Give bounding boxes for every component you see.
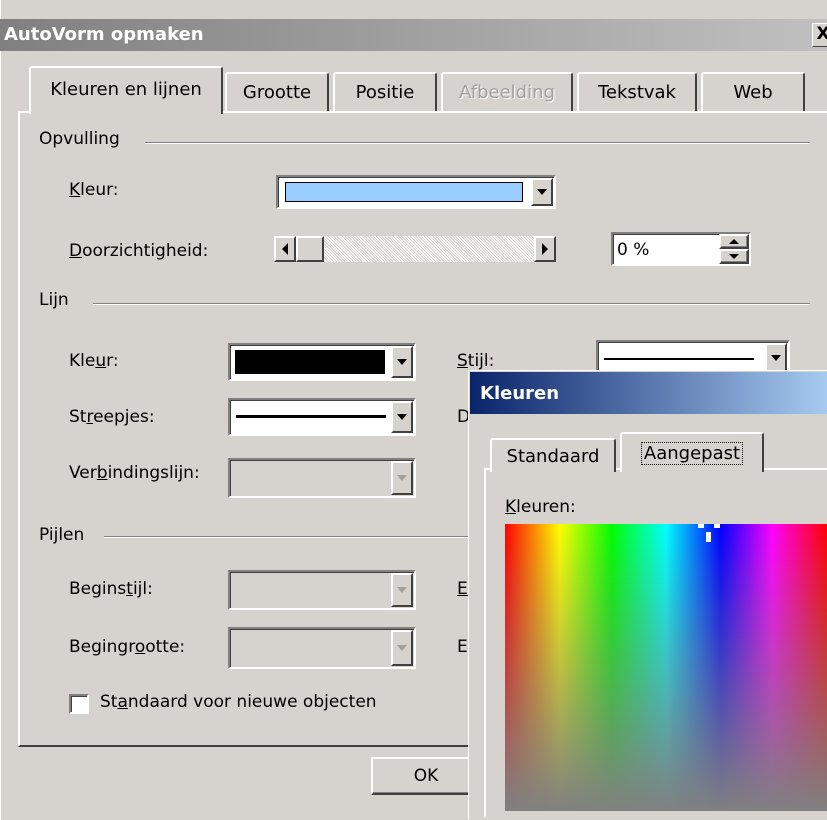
tab-standard[interactable]: Standaard	[490, 438, 616, 472]
tab-label: Standaard	[506, 446, 600, 467]
line-divider	[93, 303, 810, 305]
fill-color-swatch	[285, 182, 523, 202]
tab-label: Positie	[355, 82, 415, 103]
tab-label: Grootte	[242, 82, 312, 103]
connector-dropdown	[228, 458, 416, 498]
colors-label: Kleuren:	[505, 497, 576, 517]
color-spectrum[interactable]	[505, 524, 827, 811]
dash-dropdown[interactable]	[228, 398, 416, 436]
ok-button[interactable]: OK	[371, 757, 481, 795]
arrow-right-icon	[542, 243, 548, 255]
slider-left-button[interactable]	[274, 236, 296, 262]
default-checkbox[interactable]	[69, 694, 89, 714]
line-color-label: Kleur:	[69, 351, 119, 371]
tab-size[interactable]: Grootte	[225, 72, 329, 112]
begin-style-label: Beginstijl:	[69, 579, 153, 599]
chevron-down-icon	[397, 414, 407, 420]
connector-label: Verbindingslijn:	[69, 463, 200, 483]
line-section-title: Lijn	[39, 290, 77, 310]
dash-dropdown-button[interactable]	[391, 401, 413, 433]
begin-style-dropdown	[228, 570, 416, 610]
fill-divider	[145, 142, 810, 144]
transparency-label: Doorzichtigheid:	[69, 241, 209, 261]
chevron-down-icon	[397, 475, 407, 481]
slider-thumb[interactable]	[296, 236, 324, 262]
tab-textbox[interactable]: Tekstvak	[577, 72, 697, 112]
line-style-label: Stijl:	[457, 351, 495, 371]
transparency-slider[interactable]	[274, 236, 556, 262]
fill-section-title: Opvulling	[39, 129, 128, 149]
tab-colors-and-lines[interactable]: Kleuren en lijnen	[29, 66, 223, 114]
arrow-up-icon	[729, 239, 739, 244]
chevron-down-icon	[397, 359, 407, 365]
tab-picture: Afbeelding	[441, 72, 573, 112]
chevron-down-icon	[397, 587, 407, 593]
close-button[interactable]: X	[812, 23, 827, 47]
line-style-dropdown-button[interactable]	[765, 343, 787, 373]
spin-down-button[interactable]	[719, 249, 749, 264]
fill-color-label: Kleur:	[69, 180, 119, 200]
fill-color-dropdown-button[interactable]	[531, 178, 553, 206]
arrows-section-title: Pijlen	[39, 525, 93, 545]
slider-right-button[interactable]	[534, 236, 556, 262]
line-color-dropdown[interactable]	[228, 343, 416, 381]
dialog-title-bar[interactable]: AutoVorm opmaken	[0, 19, 827, 51]
colors-dialog-title-bar[interactable]: Kleuren	[470, 372, 827, 414]
arrow-left-icon	[282, 243, 288, 255]
colors-dialog-title: Kleuren	[480, 383, 560, 404]
connector-dropdown-button	[391, 461, 413, 495]
line-color-swatch	[235, 350, 385, 374]
dialog-title: AutoVorm opmaken	[4, 24, 204, 45]
transparency-spinbox[interactable]: 0 %	[611, 232, 751, 266]
tab-label: Web	[733, 82, 773, 103]
end-size-label-partial: E	[457, 637, 468, 657]
begin-size-label: Begingrootte:	[69, 637, 186, 657]
dash-preview	[236, 415, 386, 418]
tab-label: Tekstvak	[598, 82, 676, 103]
line-style-preview	[604, 358, 754, 360]
begin-size-dropdown-button	[391, 630, 413, 666]
tab-web[interactable]: Web	[701, 72, 805, 112]
default-checkbox-label[interactable]: Standaard voor nieuwe objecten	[100, 692, 377, 712]
spin-up-button[interactable]	[719, 234, 749, 249]
dash-label: Streepjes:	[69, 407, 155, 427]
arrow-down-icon	[729, 254, 739, 259]
tab-label: Kleuren en lijnen	[50, 79, 202, 100]
end-style-label-partial: E	[457, 579, 468, 599]
chevron-down-icon	[537, 189, 547, 195]
chevron-down-icon	[397, 645, 407, 651]
color-crosshair[interactable]	[690, 524, 730, 546]
line-color-dropdown-button[interactable]	[391, 346, 413, 378]
chevron-down-icon	[771, 355, 781, 361]
ok-button-label: OK	[413, 766, 439, 786]
transparency-value: 0 %	[617, 240, 650, 260]
begin-size-dropdown	[228, 627, 416, 669]
fill-color-dropdown[interactable]	[276, 175, 556, 209]
tab-position[interactable]: Positie	[333, 72, 437, 112]
begin-style-dropdown-button	[391, 573, 413, 607]
tab-label: Afbeelding	[459, 82, 555, 103]
tab-custom[interactable]: Aangepast	[620, 432, 764, 472]
close-icon: X	[816, 24, 827, 44]
arrows-divider	[104, 536, 484, 538]
tab-label: Aangepast	[640, 442, 744, 465]
